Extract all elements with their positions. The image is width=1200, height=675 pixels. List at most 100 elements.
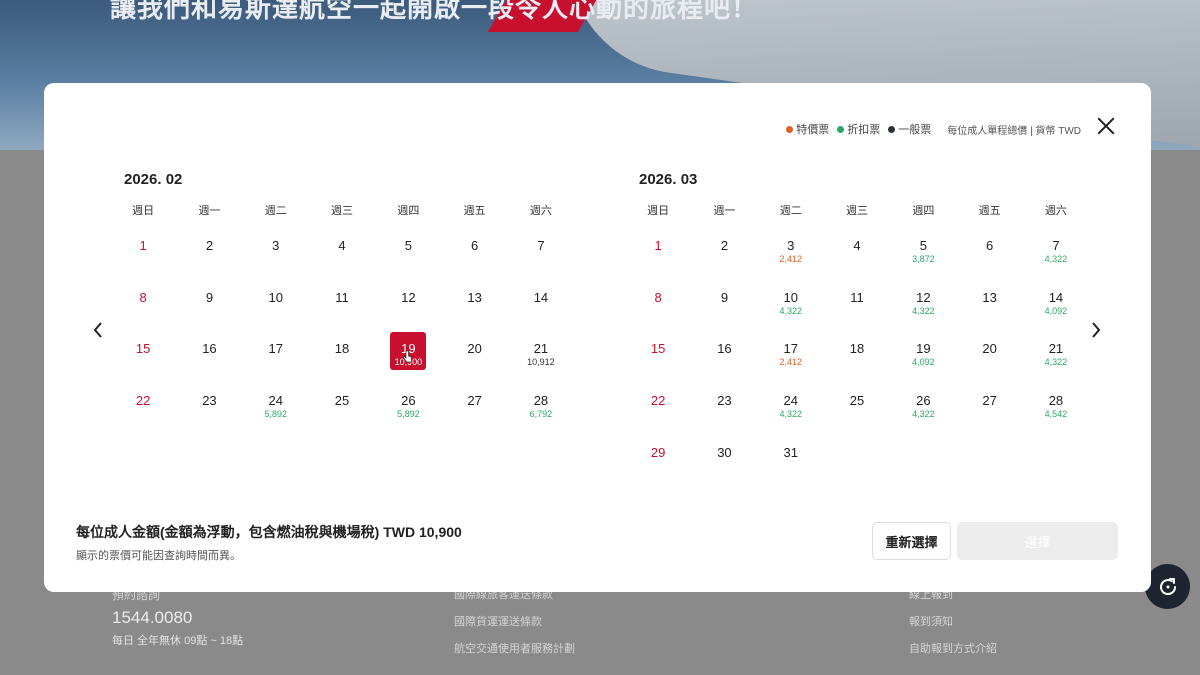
- day-cell[interactable]: 2: [176, 227, 242, 279]
- day-price: 4,542: [1044, 409, 1068, 420]
- day-cell[interactable]: 23: [691, 382, 757, 434]
- day-cell[interactable]: 7 4,322: [1023, 227, 1089, 279]
- day-cell[interactable]: 8: [110, 279, 176, 331]
- day-cell[interactable]: 4: [824, 227, 890, 279]
- day-cell[interactable]: 14: [508, 279, 574, 331]
- day-cell[interactable]: 11: [309, 279, 375, 331]
- day-cell[interactable]: 8: [625, 279, 691, 331]
- day-cell[interactable]: 3: [243, 227, 309, 279]
- footer-link[interactable]: 自助報到方式介紹: [909, 636, 997, 663]
- day-cell[interactable]: 17 2,412: [758, 330, 824, 382]
- day-cell[interactable]: 22: [110, 382, 176, 434]
- day-number: 18: [334, 341, 350, 357]
- day-cell[interactable]: 24 4,322: [758, 382, 824, 434]
- day-number: 28: [533, 393, 549, 409]
- discount-dot-icon: [837, 125, 845, 133]
- weekday-label: 週六: [529, 205, 552, 217]
- day-price: 4,322: [912, 409, 935, 420]
- day-cell[interactable]: 27: [441, 382, 507, 434]
- footer-link[interactable]: 國際貨運運送條款: [454, 609, 575, 636]
- day-price: 4,092: [912, 357, 935, 368]
- day-number: 31: [783, 444, 798, 460]
- day-cell[interactable]: 26 4,322: [890, 382, 956, 434]
- prev-month-button[interactable]: [88, 318, 108, 342]
- day-cell[interactable]: 5: [375, 227, 441, 279]
- day-number: 28: [1048, 393, 1064, 409]
- day-cell[interactable]: 27: [956, 382, 1022, 434]
- day-cell[interactable]: 6: [956, 227, 1022, 279]
- footer-links-col2: 線上報到 報到須知 自助報到方式介紹: [909, 582, 997, 663]
- day-number: 17: [268, 341, 283, 357]
- day-cell[interactable]: 2: [691, 227, 757, 279]
- day-cell[interactable]: 16: [691, 330, 757, 382]
- day-cell[interactable]: 5 3,872: [890, 227, 956, 279]
- day-cell[interactable]: 28 4,542: [1023, 382, 1089, 434]
- day-number: 9: [720, 289, 729, 305]
- day-cell[interactable]: 1: [625, 227, 691, 279]
- weekday-label: 週六: [1044, 205, 1067, 217]
- footer-link[interactable]: 報到須知: [909, 609, 997, 636]
- day-cell[interactable]: 22: [625, 382, 691, 434]
- day-cell[interactable]: 18: [824, 330, 890, 382]
- day-cell[interactable]: 23: [176, 382, 242, 434]
- weekday-label: 週一: [713, 205, 736, 217]
- day-cell[interactable]: 31: [758, 434, 824, 486]
- day-cell[interactable]: 28 6,792: [508, 382, 574, 434]
- day-cell[interactable]: 24 5,892: [243, 382, 309, 434]
- day-number: 5: [404, 238, 412, 253]
- day-cell[interactable]: 12: [375, 279, 441, 331]
- select-button[interactable]: 選擇: [957, 522, 1118, 560]
- day-cell[interactable]: 13: [441, 279, 507, 331]
- day-number: 25: [334, 393, 350, 409]
- day-cell[interactable]: 26 5,892: [375, 382, 441, 434]
- day-cell[interactable]: 4: [309, 227, 375, 279]
- day-cell[interactable]: 11: [824, 279, 890, 331]
- day-number: 12: [401, 289, 416, 305]
- day-cell[interactable]: 14 4,092: [1023, 279, 1089, 331]
- day-cell[interactable]: 25: [309, 382, 375, 434]
- day-number: 27: [982, 393, 997, 409]
- day-cell[interactable]: 16: [176, 330, 242, 382]
- day-cell[interactable]: 20: [441, 330, 507, 382]
- day-cell[interactable]: 17: [243, 330, 309, 382]
- day-cell[interactable]: 6: [441, 227, 507, 279]
- day-cell[interactable]: 20: [956, 330, 1022, 382]
- weekday-label: 週五: [978, 205, 1001, 217]
- day-cell[interactable]: 30: [691, 434, 757, 486]
- weekday-label: 週三: [846, 205, 869, 217]
- day-cell[interactable]: 21 10,912: [508, 330, 574, 382]
- weekday-header: 週日 週一 週二 週三 週四 週五 週六: [110, 202, 574, 222]
- day-cell[interactable]: 15: [625, 330, 691, 382]
- day-number: 6: [986, 238, 994, 253]
- day-number: 20: [467, 341, 482, 357]
- day-number: 1: [654, 238, 662, 253]
- day-grid: 1 2 3 2,412 4 5 3,872 6 7 4,322 8 9 10 4,322 11 12 4,322…: [625, 227, 1089, 485]
- day-cell[interactable]: 3 2,412: [758, 227, 824, 279]
- day-cell[interactable]: 1: [110, 227, 176, 279]
- day-cell[interactable]: 19 4,092: [890, 330, 956, 382]
- day-cell[interactable]: 18: [309, 330, 375, 382]
- day-number: 8: [139, 289, 147, 305]
- special-dot-icon: [786, 125, 794, 133]
- day-cell[interactable]: 9: [176, 279, 242, 331]
- chevron-right-icon: [1092, 322, 1101, 338]
- footer-link[interactable]: 航空交通使用者服務計劃: [454, 636, 575, 663]
- day-number: 16: [202, 341, 217, 357]
- chat-fab-button[interactable]: [1145, 564, 1190, 609]
- day-cell[interactable]: 13: [956, 279, 1022, 331]
- day-cell[interactable]: 15: [110, 330, 176, 382]
- day-cell[interactable]: 9: [691, 279, 757, 331]
- reset-button[interactable]: 重新選擇: [872, 522, 951, 560]
- day-cell[interactable]: 10: [243, 279, 309, 331]
- legend-special: 特價票: [786, 121, 829, 137]
- day-cell[interactable]: 21 4,322: [1023, 330, 1089, 382]
- close-icon[interactable]: [1096, 116, 1116, 136]
- day-cell[interactable]: 25: [824, 382, 890, 434]
- day-cell-selected[interactable]: 1910,900: [375, 330, 441, 382]
- day-cell[interactable]: 10 4,322: [758, 279, 824, 331]
- day-number: 6: [471, 238, 479, 253]
- day-cell[interactable]: 7: [508, 227, 574, 279]
- day-cell[interactable]: 29: [625, 434, 691, 486]
- day-cell[interactable]: 12 4,322: [890, 279, 956, 331]
- day-number: 5: [919, 238, 927, 253]
